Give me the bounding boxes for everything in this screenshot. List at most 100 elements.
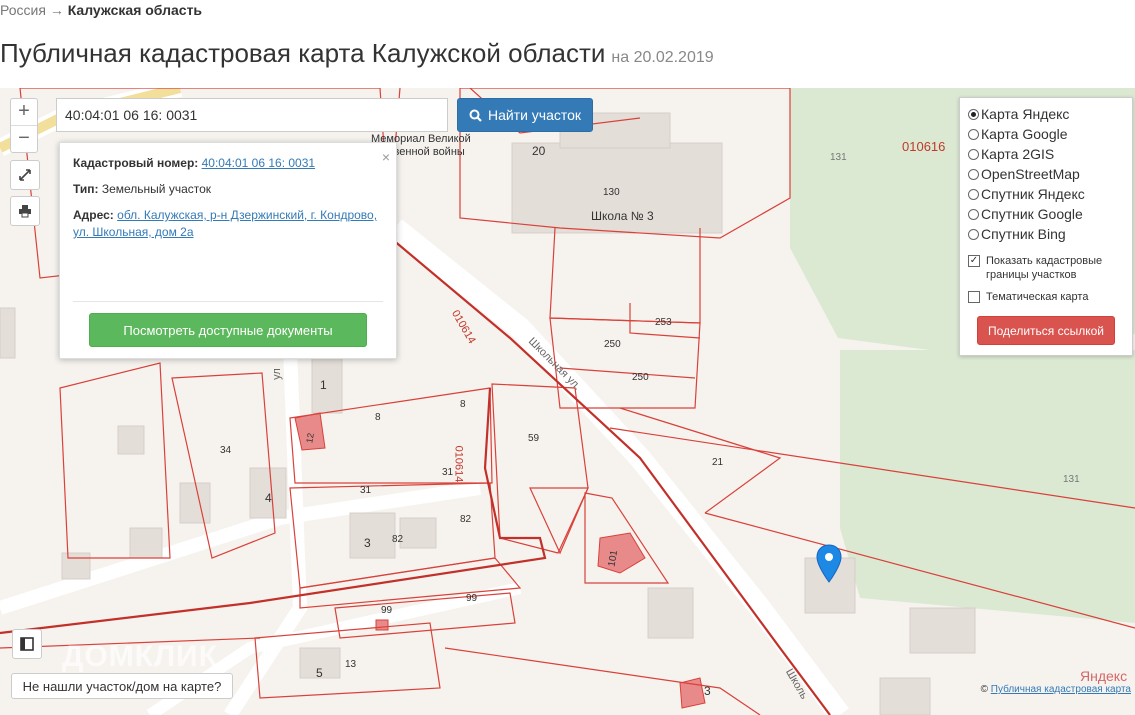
popup-address-row: Адрес: обл. Калужская, р-н Дзержинский, … <box>73 208 377 222</box>
map-label-12: 12 <box>304 432 316 444</box>
location-marker-icon[interactable] <box>816 544 842 584</box>
checkbox-checked-icon[interactable]: ✓ <box>968 255 980 267</box>
layer-option-2gis-map[interactable]: Карта 2GIS <box>968 146 1054 162</box>
yandex-logo: Яндекс <box>1080 668 1128 684</box>
checkbox-icon[interactable] <box>968 291 980 303</box>
map-label-250b: 250 <box>632 372 649 383</box>
layer-option-yandex-satellite[interactable]: Спутник Яндекс <box>968 186 1085 202</box>
layer-label: Спутник Bing <box>981 226 1066 242</box>
cadastral-link[interactable]: 40:04:01 06 16: 0031 <box>202 156 315 170</box>
map-label-82b: 82 <box>392 534 404 545</box>
radio-icon[interactable] <box>968 208 979 220</box>
layer-option-google-map[interactable]: Карта Google <box>968 126 1068 142</box>
legend-button[interactable] <box>12 629 42 659</box>
radio-icon[interactable] <box>968 168 979 180</box>
radio-icon[interactable] <box>968 188 979 200</box>
find-parcel-label: Найти участок <box>487 107 582 123</box>
address-link-line1[interactable]: обл. Калужская, р-н Дзержинский, г. Конд… <box>117 208 377 222</box>
map-label-school: Школа № 3 <box>591 209 654 223</box>
domclick-watermark: ДОМКЛИК <box>62 640 218 673</box>
show-borders-line2: границы участков <box>986 269 1077 281</box>
print-button[interactable] <box>10 196 40 226</box>
breadcrumb-country[interactable]: Россия <box>0 2 46 18</box>
type-label: Тип: <box>73 182 99 196</box>
cadastral-search-input[interactable] <box>56 98 448 132</box>
map-label-8b: 8 <box>460 399 466 410</box>
popup-close-icon[interactable]: × <box>382 149 390 165</box>
green-zone <box>840 350 1135 623</box>
zoom-in-button[interactable]: + <box>11 99 37 125</box>
address-link-line2[interactable]: ул. Школьная, дом 2а <box>73 225 194 239</box>
map-label-quarter-010616: 010616 <box>902 139 946 154</box>
map-label-131: 131 <box>830 152 847 163</box>
expand-icon <box>19 169 31 181</box>
radio-selected-icon[interactable] <box>968 108 979 120</box>
share-link-button[interactable]: Поделиться ссылкой <box>977 316 1115 345</box>
map-label-ul: ул <box>270 368 283 380</box>
printer-icon <box>19 205 31 218</box>
map-label-20: 20 <box>532 144 546 158</box>
map-label-99b: 99 <box>466 593 478 604</box>
find-parcel-button[interactable]: Найти участок <box>457 98 593 132</box>
page-title: Публичная кадастровая карта Калужской об… <box>0 38 714 69</box>
copyright-link[interactable]: Публичная кадастровая карта <box>991 684 1131 695</box>
layer-option-google-satellite[interactable]: Спутник Google <box>968 206 1083 222</box>
radio-icon[interactable] <box>968 228 979 240</box>
layer-label: Спутник Google <box>981 206 1083 222</box>
radio-icon[interactable] <box>968 148 979 160</box>
popup-type-row: Тип: Земельный участок <box>73 182 211 196</box>
map-label-13: 13 <box>345 659 357 670</box>
not-found-button[interactable]: Не нашли участок/дом на карте? <box>11 673 233 699</box>
breadcrumb-separator: → <box>49 2 64 18</box>
map-label-4: 4 <box>265 491 272 505</box>
layer-label: Карта Google <box>981 126 1068 142</box>
map-label-3: 3 <box>364 536 371 550</box>
thematic-label: Тематическая карта <box>986 291 1089 303</box>
show-borders-line1: Показать кадастровые <box>986 255 1103 267</box>
layer-label: Спутник Яндекс <box>981 186 1085 202</box>
copyright-symbol: © <box>980 684 988 695</box>
map-copyright: © Публичная кадастровая карта <box>981 684 1131 695</box>
layer-label: Карта 2GIS <box>981 146 1055 162</box>
search-icon <box>469 109 482 122</box>
map-label-quarter-010614b: 010614 <box>452 445 465 483</box>
map-layers-panel: Карта Яндекс Карта Google Карта 2GIS Ope… <box>959 97 1133 356</box>
show-borders-label: Показать кадастровые границы участков <box>986 254 1102 282</box>
map-label-21: 21 <box>712 457 724 468</box>
address-label: Адрес: <box>73 208 114 222</box>
page-title-text: Публичная кадастровая карта Калужской об… <box>0 38 606 68</box>
map-label-59: 59 <box>528 433 540 444</box>
map-label-31b: 31 <box>360 485 372 496</box>
layer-option-yandex-map[interactable]: Карта Яндекс <box>968 106 1069 122</box>
map-label-5: 5 <box>316 666 323 680</box>
page-title-date: на 20.02.2019 <box>611 49 714 66</box>
popup-cadastral-row: Кадастровый номер: 40:04:01 06 16: 0031 <box>73 156 315 170</box>
thematic-map-toggle[interactable]: Тематическая карта <box>968 290 1088 304</box>
map-label-3b: 3 <box>704 684 711 698</box>
layer-label: OpenStreetMap <box>981 166 1080 182</box>
fullscreen-button[interactable] <box>10 160 40 190</box>
radio-icon[interactable] <box>968 128 979 140</box>
popup-address-row-2: ул. Школьная, дом 2а <box>73 225 194 239</box>
view-documents-button[interactable]: Посмотреть доступные документы <box>89 313 367 347</box>
map-label-131b: 131 <box>1063 474 1080 485</box>
zoom-out-button[interactable]: − <box>11 125 37 152</box>
map-label-8: 8 <box>375 412 381 423</box>
map-label-253: 253 <box>655 317 672 328</box>
map-label-34: 34 <box>220 445 232 456</box>
breadcrumb-region: Калужская область <box>67 2 203 18</box>
popup-divider <box>73 301 383 302</box>
map-label-82: 82 <box>460 514 472 525</box>
layer-option-osm[interactable]: OpenStreetMap <box>968 166 1080 182</box>
show-borders-toggle[interactable]: ✓ Показать кадастровые границы участков <box>968 254 1102 282</box>
map-label-99: 99 <box>381 605 393 616</box>
layer-label: Карта Яндекс <box>981 106 1070 122</box>
map-label-130: 130 <box>603 187 620 198</box>
zoom-control: + − <box>10 98 38 153</box>
cadastral-map[interactable]: Мемориал Великой ственной войны 20 130 Ш… <box>0 88 1135 715</box>
type-value: Земельный участок <box>101 182 212 196</box>
layer-option-bing-satellite[interactable]: Спутник Bing <box>968 226 1066 242</box>
parcel-info-popup: × Кадастровый номер: 40:04:01 06 16: 003… <box>59 142 397 359</box>
map-label-250: 250 <box>604 339 621 350</box>
breadcrumb: Россия → Калужская область <box>0 2 202 18</box>
